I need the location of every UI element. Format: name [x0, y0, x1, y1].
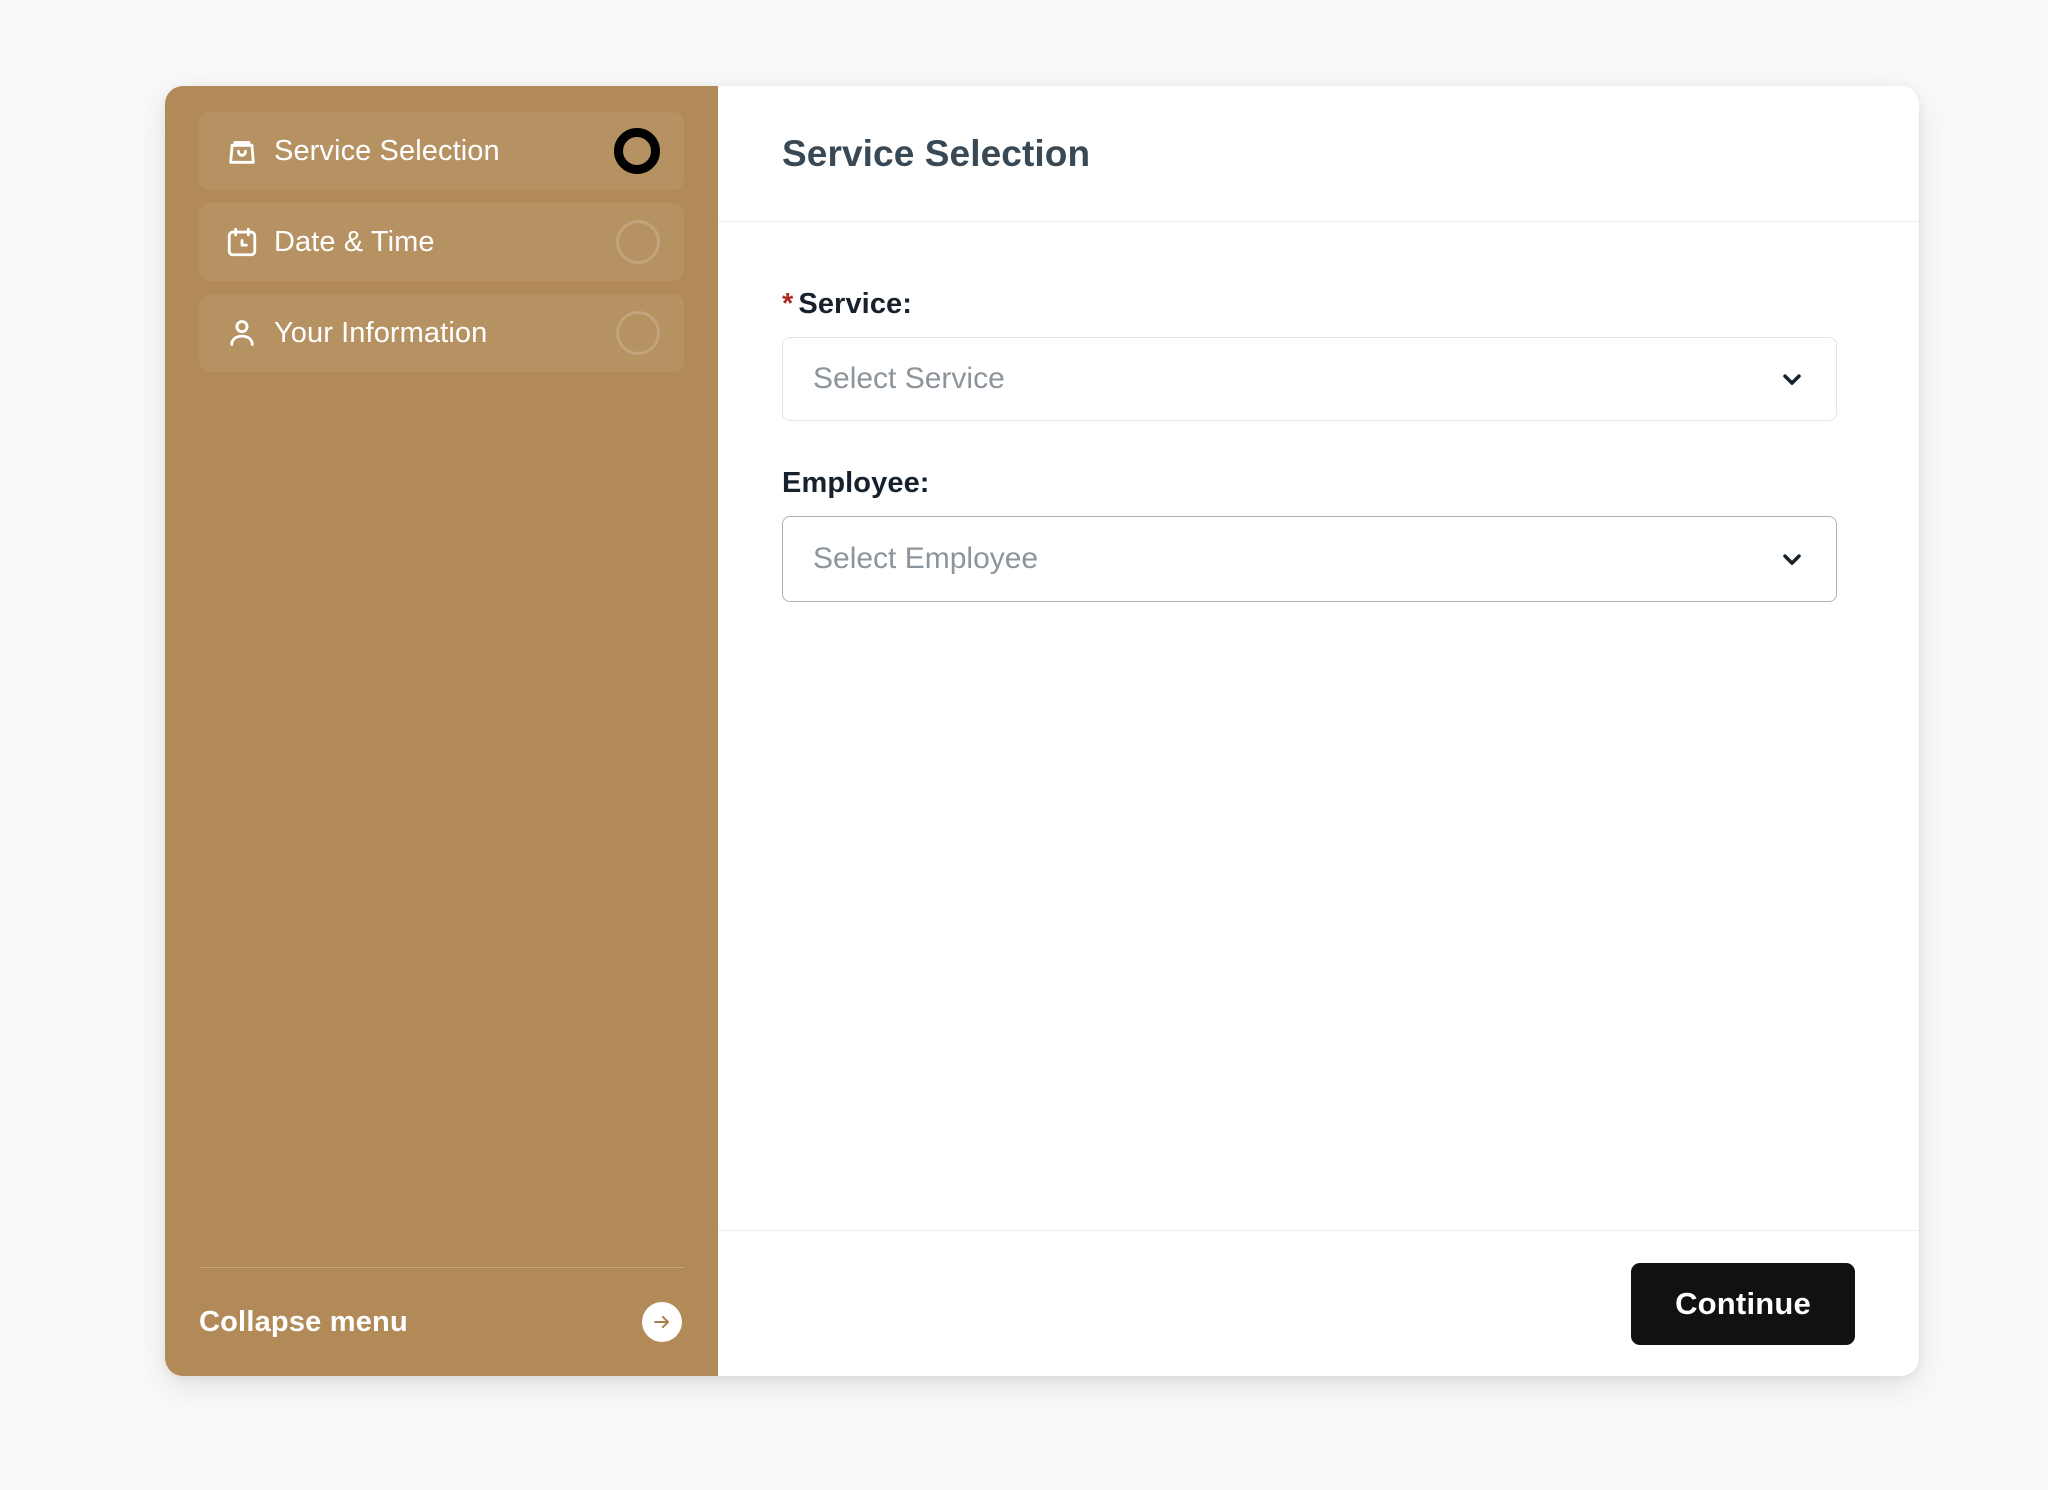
sidebar-item-label: Date & Time — [274, 225, 435, 258]
employee-label-text: Employee: — [782, 467, 930, 499]
employee-label: Employee: — [782, 467, 1855, 500]
collapse-menu-label: Collapse menu — [199, 1305, 408, 1338]
service-label: * Service: — [782, 288, 1855, 321]
sidebar-item-service-selection[interactable]: Service Selection — [199, 112, 684, 190]
service-select[interactable]: Select Service — [782, 337, 1837, 421]
field-employee: Employee: Select Employee — [782, 467, 1855, 602]
step-status-indicator — [616, 220, 660, 264]
chevron-down-icon[interactable] — [1778, 545, 1806, 573]
sidebar: Service Selection Date & Time Your Infor… — [165, 86, 718, 1376]
employee-select[interactable]: Select Employee — [782, 516, 1837, 602]
chevron-down-icon[interactable] — [1778, 365, 1806, 393]
form-body: * Service: Select Service Employee: Sele… — [718, 222, 1919, 1230]
service-select-placeholder: Select Service — [813, 362, 1005, 395]
calendar-clock-icon — [225, 225, 263, 259]
continue-button[interactable]: Continue — [1631, 1262, 1855, 1345]
sidebar-item-label: Service Selection — [274, 134, 500, 167]
service-label-text: Service: — [798, 288, 913, 320]
step-list: Service Selection Date & Time Your Infor… — [165, 112, 718, 385]
booking-widget-card: Service Selection Date & Time Your Infor… — [165, 86, 1919, 1376]
sidebar-item-date-time[interactable]: Date & Time — [199, 203, 684, 281]
sidebar-item-label: Your Information — [274, 316, 488, 349]
main-header: Service Selection — [718, 86, 1919, 222]
step-status-indicator — [616, 311, 660, 355]
main-panel: Service Selection * Service: Select Servi… — [718, 86, 1919, 1376]
required-asterisk: * — [782, 288, 794, 320]
sidebar-item-your-information[interactable]: Your Information — [199, 294, 684, 372]
person-icon — [225, 316, 263, 350]
employee-select-placeholder: Select Employee — [813, 542, 1039, 575]
form-footer: Continue — [718, 1230, 1919, 1376]
arrow-right-icon[interactable] — [642, 1302, 682, 1342]
step-status-indicator-active — [614, 128, 660, 174]
collapse-menu-button[interactable]: Collapse menu — [165, 1268, 718, 1376]
page-title: Service Selection — [782, 132, 1091, 174]
field-service: * Service: Select Service — [782, 288, 1855, 421]
shopping-bag-icon — [225, 134, 263, 168]
